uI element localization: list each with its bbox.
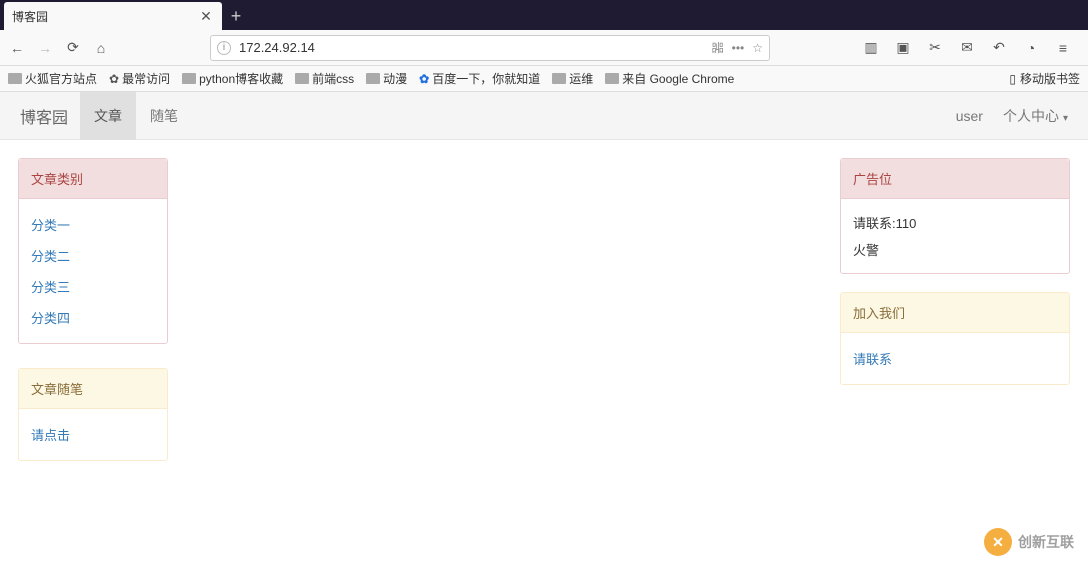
chevron-down-icon: ▾ — [1063, 113, 1068, 124]
close-icon[interactable]: ✕ — [198, 8, 214, 24]
user-link[interactable]: user — [956, 108, 983, 124]
back-icon[interactable]: ← — [8, 39, 26, 57]
qr-icon[interactable]: 嘂 — [712, 39, 724, 56]
bookmarks-bar: 火狐官方站点 ✿最常访问 python博客收藏 前端css 动漫 ✿百度一下，你… — [0, 66, 1088, 92]
essay-link[interactable]: 请点击 — [31, 419, 155, 450]
watermark-icon: ✕ — [984, 528, 1012, 556]
bookmark-label: 动漫 — [383, 70, 407, 87]
menu-icon[interactable]: ≡ — [1054, 39, 1072, 57]
bookmark-label: 百度一下，你就知道 — [432, 70, 540, 87]
panel-title: 文章类别 — [19, 159, 167, 199]
clock-icon[interactable]: ◔ — [1022, 39, 1040, 57]
content: 文章类别 分类一 分类二 分类三 分类四 文章随笔 请点击 广告位 请联系:11… — [0, 140, 1088, 479]
bookmark-label: 来自 Google Chrome — [622, 70, 734, 87]
mobile-bookmarks[interactable]: ▯ 移动版书签 — [1009, 70, 1080, 87]
titlebar: 博客园 ✕ + — [0, 0, 1088, 30]
panel-title: 广告位 — [841, 159, 1069, 199]
bookmark-item[interactable]: ✿最常访问 — [109, 70, 170, 87]
screenshot-icon[interactable]: ✂ — [926, 39, 944, 57]
page-nav: 博客园 文章 随笔 user 个人中心 ▾ — [0, 92, 1088, 140]
join-panel: 加入我们 请联系 — [840, 292, 1070, 385]
dots-icon[interactable]: ••• — [732, 41, 745, 55]
panel-title: 加入我们 — [841, 293, 1069, 333]
bookmark-item[interactable]: 动漫 — [366, 70, 407, 87]
watermark-text: 创新互联 — [1018, 532, 1074, 552]
folder-icon — [182, 73, 196, 84]
category-link[interactable]: 分类一 — [31, 209, 155, 240]
bookmark-label: python博客收藏 — [199, 70, 283, 87]
user-center-dropdown[interactable]: 个人中心 ▾ — [1003, 106, 1068, 126]
join-link[interactable]: 请联系 — [853, 343, 1057, 374]
chat-icon[interactable]: ✉ — [958, 39, 976, 57]
categories-panel: 文章类别 分类一 分类二 分类三 分类四 — [18, 158, 168, 344]
panel-body: 分类一 分类二 分类三 分类四 — [19, 199, 167, 343]
ad-line: 请联系:110 — [853, 209, 1057, 236]
toolbar-right: ▥ ▣ ✂ ✉ ↶ ◔ ≡ — [862, 39, 1080, 57]
reload-icon[interactable]: ⟳ — [64, 39, 82, 57]
bookmark-item[interactable]: 来自 Google Chrome — [605, 70, 734, 87]
watermark: ✕ 创新互联 — [984, 528, 1074, 556]
bookmark-item[interactable]: 运维 — [552, 70, 593, 87]
folder-icon — [552, 73, 566, 84]
info-icon[interactable]: i — [217, 41, 231, 55]
home-icon[interactable]: ⌂ — [92, 39, 110, 57]
bookmark-label: 前端css — [312, 70, 354, 87]
browser-navbar: ← → ⟳ ⌂ i 172.24.92.14 嘂 ••• ☆ ▥ ▣ ✂ ✉ ↶… — [0, 30, 1088, 66]
bookmark-item[interactable]: 火狐官方站点 — [8, 70, 97, 87]
star-icon[interactable]: ☆ — [752, 41, 763, 55]
brand[interactable]: 博客园 — [20, 104, 68, 128]
tab-title: 博客园 — [12, 8, 198, 25]
url-text: 172.24.92.14 — [239, 40, 704, 55]
folder-icon — [605, 73, 619, 84]
bookmark-label: 火狐官方站点 — [25, 70, 97, 87]
new-tab-button[interactable]: + — [222, 2, 250, 30]
user-center-label: 个人中心 — [1003, 108, 1059, 124]
panel-body: 请联系 — [841, 333, 1069, 384]
right-column: 广告位 请联系:110 火警 加入我们 请联系 — [840, 158, 1070, 461]
essays-panel: 文章随笔 请点击 — [18, 368, 168, 461]
bookmark-label: 运维 — [569, 70, 593, 87]
undo-icon[interactable]: ↶ — [990, 39, 1008, 57]
bookmark-item[interactable]: python博客收藏 — [182, 70, 283, 87]
folder-icon — [366, 73, 380, 84]
bookmark-label: 移动版书签 — [1020, 70, 1080, 87]
forward-icon[interactable]: → — [36, 39, 54, 57]
category-link[interactable]: 分类三 — [31, 271, 155, 302]
left-column: 文章类别 分类一 分类二 分类三 分类四 文章随笔 请点击 — [18, 158, 168, 461]
bookmark-item[interactable]: 前端css — [295, 70, 354, 87]
url-bar[interactable]: i 172.24.92.14 嘂 ••• ☆ — [210, 35, 770, 61]
panel-body: 请联系:110 火警 — [841, 199, 1069, 273]
bookmark-label: 最常访问 — [122, 70, 170, 87]
bookmark-item[interactable]: ✿百度一下，你就知道 — [419, 70, 540, 87]
phone-icon: ▯ — [1009, 72, 1016, 86]
paw-icon: ✿ — [419, 72, 429, 86]
ad-line: 火警 — [853, 236, 1057, 263]
category-link[interactable]: 分类二 — [31, 240, 155, 271]
folder-icon — [295, 73, 309, 84]
panel-body: 请点击 — [19, 409, 167, 460]
gear-icon: ✿ — [109, 72, 119, 86]
category-link[interactable]: 分类四 — [31, 302, 155, 333]
ad-panel: 广告位 请联系:110 火警 — [840, 158, 1070, 274]
library-icon[interactable]: ▥ — [862, 39, 880, 57]
nav-essays[interactable]: 随笔 — [136, 92, 192, 140]
folder-icon — [8, 73, 22, 84]
panel-title: 文章随笔 — [19, 369, 167, 409]
sidebar-icon[interactable]: ▣ — [894, 39, 912, 57]
nav-articles[interactable]: 文章 — [80, 92, 136, 140]
browser-tab[interactable]: 博客园 ✕ — [4, 2, 222, 30]
nav-right: user 个人中心 ▾ — [956, 106, 1068, 126]
